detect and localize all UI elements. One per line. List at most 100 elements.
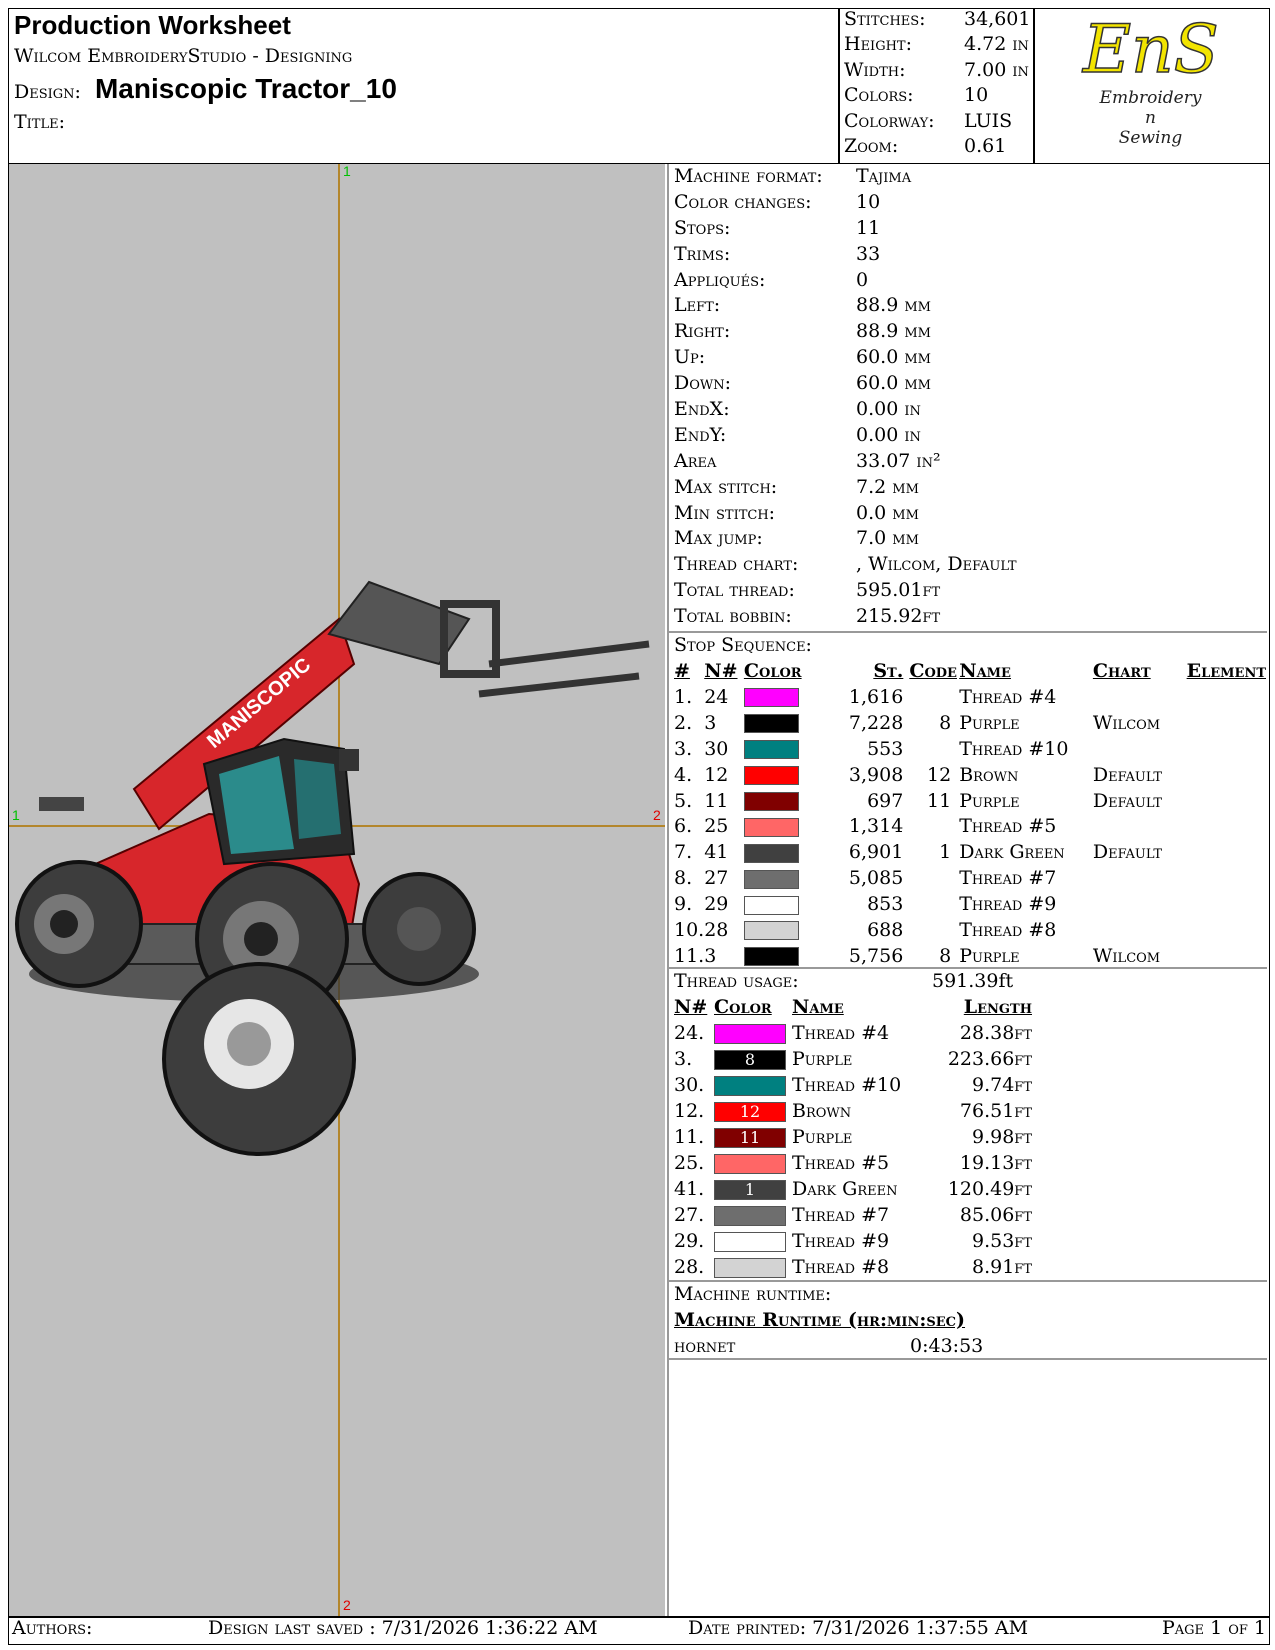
thread-chart	[1093, 813, 1187, 839]
thread-code	[909, 865, 959, 891]
stat-value: 0.61	[964, 135, 1007, 158]
table-row: 28. Thread #8 8.91ft	[674, 1254, 1032, 1280]
info-label: Area	[674, 449, 717, 472]
info-value: 33.07 in²	[856, 449, 941, 472]
stitch-count: 1,314	[848, 815, 904, 838]
color-swatch	[743, 869, 799, 889]
info-row: EndX: 0.00 in	[674, 396, 1264, 422]
column-header: Code	[909, 660, 957, 682]
design-name: Maniscopic Tractor_10	[94, 73, 397, 104]
thread-code	[909, 684, 959, 710]
color-cell	[714, 1020, 792, 1046]
stop-number: 6.	[674, 815, 693, 838]
thread-id: 30	[704, 737, 729, 760]
element-cell	[1187, 917, 1266, 943]
machine-name: hornet	[674, 1335, 736, 1357]
stat-label: Colorway:	[844, 109, 935, 132]
stitch-count: 697	[867, 789, 904, 812]
column-header: Chart	[1092, 660, 1151, 682]
info-value: 215.92ft	[856, 605, 941, 628]
stitch-count: 5,756	[848, 944, 904, 967]
info-label: Trims:	[674, 242, 731, 265]
stat-label: Width:	[844, 58, 906, 81]
info-value: 11	[856, 216, 881, 239]
section-divider	[667, 1358, 1267, 1360]
color-swatch	[714, 1024, 786, 1044]
stat-label: Stitches:	[844, 7, 926, 30]
color-swatch	[743, 895, 799, 915]
thread-length: 120.49ft	[947, 1178, 1032, 1200]
element-cell	[1187, 891, 1266, 917]
color-swatch	[714, 1154, 786, 1174]
thread-code	[909, 891, 959, 917]
brand-logo: EnS Embroidery n Sewing	[1082, 11, 1219, 162]
info-label: Left:	[674, 294, 721, 317]
table-header-row: # N# Color St. Code Name Chart Element	[674, 658, 1266, 684]
color-swatch: 11	[714, 1128, 786, 1148]
table-row: 41. 1 Dark Green 120.49ft	[674, 1176, 1032, 1202]
color-cell	[743, 710, 832, 736]
date-printed: Date printed: 7/31/2026 1:37:55 AM	[688, 1617, 1029, 1639]
info-row: Thread chart: , Wilcom, Default	[674, 551, 1264, 577]
title-label: Title:	[14, 111, 66, 133]
color-swatch	[714, 1076, 786, 1096]
color-cell: 12	[714, 1098, 792, 1124]
info-row: Down: 60.0 mm	[674, 370, 1264, 396]
info-value: 595.01ft	[856, 579, 941, 602]
info-label: Thread chart:	[674, 553, 799, 576]
thread-code	[909, 917, 959, 943]
thread-id: 27.	[674, 1204, 705, 1226]
stat-row: Stitches: 34,601	[844, 6, 1032, 32]
thread-chart	[1093, 917, 1187, 943]
info-label: Max jump:	[674, 527, 763, 550]
color-cell: 11	[714, 1124, 792, 1150]
thread-id: 25	[704, 815, 729, 838]
stop-sequence-table: # N# Color St. Code Name Chart Element 1…	[674, 658, 1266, 969]
column-header: Element	[1186, 660, 1266, 682]
info-value: 0.0 mm	[856, 501, 919, 524]
thread-chart	[1093, 865, 1187, 891]
stitch-count: 1,616	[848, 685, 904, 708]
stitch-count: 553	[867, 737, 904, 760]
color-cell	[714, 1072, 792, 1098]
table-row: 29. Thread #9 9.53ft	[674, 1228, 1032, 1254]
stat-value: 34,601	[964, 7, 1031, 30]
thread-length: 8.91ft	[972, 1256, 1032, 1278]
info-value: 88.9 mm	[856, 294, 931, 317]
stop-number: 3.	[674, 737, 693, 760]
thread-name: Thread #8	[959, 918, 1057, 941]
table-row: 25. Thread #5 19.13ft	[674, 1150, 1032, 1176]
design-stats: Stitches: 34,601 Height: 4.72 in Width: 7.0…	[844, 6, 1032, 159]
info-row: Total thread: 595.01ft	[674, 577, 1264, 603]
stop-number: 11.	[674, 944, 705, 967]
color-swatch	[714, 1232, 786, 1252]
thread-name: Thread #8	[792, 1256, 890, 1278]
column-header: N#	[674, 996, 708, 1018]
thread-id: 28.	[674, 1256, 705, 1278]
thread-id: 41	[704, 841, 729, 864]
color-swatch	[743, 947, 799, 967]
element-cell	[1187, 788, 1266, 814]
color-cell	[714, 1150, 792, 1176]
stop-number: 2.	[674, 711, 693, 734]
design-preview[interactable]: 1 1 2 2 MANISCOPIC	[9, 164, 665, 1616]
thread-id: 29	[704, 893, 729, 916]
stop-number: 1.	[674, 685, 693, 708]
table-row: 30. Thread #10 9.74ft	[674, 1072, 1032, 1098]
info-value: , Wilcom, Default	[856, 553, 1017, 576]
info-row: Min stitch: 0.0 mm	[674, 500, 1264, 526]
thread-length: 76.51ft	[959, 1100, 1032, 1122]
thread-id: 24.	[674, 1022, 705, 1044]
table-row: 7. 41 6,901 1 Dark Green Default	[674, 839, 1266, 865]
thread-chart: Default	[1092, 763, 1163, 786]
thread-code	[909, 736, 959, 762]
info-value: 0.00 in	[856, 423, 921, 446]
worksheet-title: Production Worksheet	[14, 10, 291, 40]
thread-id: 29.	[674, 1230, 705, 1252]
thread-code: 12	[927, 763, 952, 786]
thread-length: 28.38ft	[959, 1022, 1032, 1044]
thread-name: Thread #5	[959, 815, 1057, 838]
thread-id: 30.	[674, 1074, 705, 1096]
column-header: St.	[873, 660, 904, 682]
stats-divider	[838, 8, 840, 164]
